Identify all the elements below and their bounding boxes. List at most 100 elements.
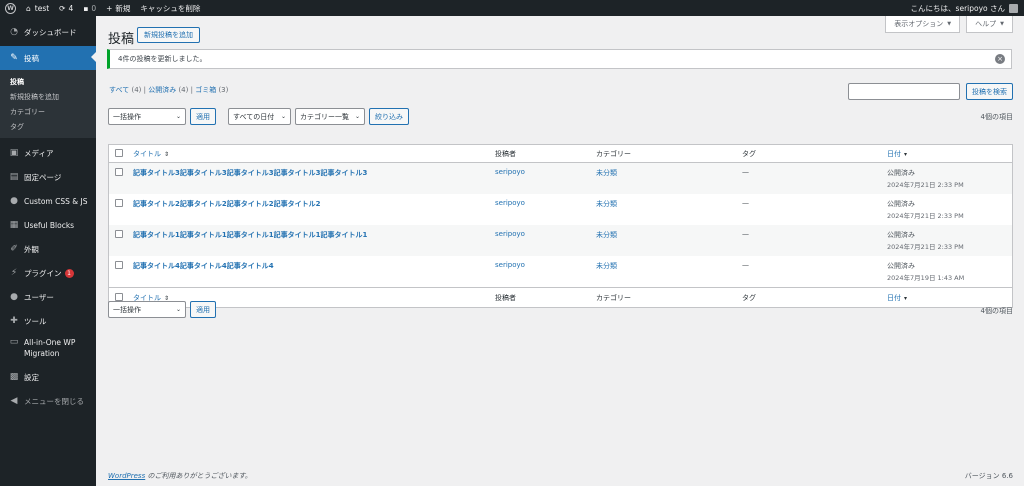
post-title-link[interactable]: 記事タイトル1記事タイトル1記事タイトル1記事タイトル1記事タイトル1 [133,231,367,239]
post-author-link[interactable]: seripoyo [495,199,525,207]
sidebar-item-settings[interactable]: ▩ 設定 [0,365,96,389]
table-row: 記事タイトル2記事タイトル2記事タイトル2記事タイトル2 seripoyo 未分… [109,194,1012,225]
filter-all-link[interactable]: すべて (4) [109,86,141,94]
screen-options-button[interactable]: 表示オプション ▼ [885,16,961,33]
post-title-link[interactable]: 記事タイトル4記事タイトル4記事タイトル4 [133,262,274,270]
chevron-down-icon: ▼ [947,21,952,27]
home-icon: ⌂ [26,3,31,13]
filter-published-link[interactable]: 公開済み (4) [148,86,188,94]
add-new-post-button[interactable]: 新規投稿を追加 [137,27,200,43]
post-status: 公開済み [887,231,915,239]
column-category-header: カテゴリー [596,149,631,158]
wordpress-link[interactable]: WordPress [108,472,145,480]
apply-button[interactable]: 適用 [190,108,216,125]
updates-menu[interactable]: ⟳ 4 [54,0,78,16]
chevron-down-icon: ⌄ [175,113,181,120]
wp-logo-menu[interactable]: W [0,0,21,16]
items-count: 4個の項目 [980,113,1013,121]
submenu-item-add-new[interactable]: 新規投稿を追加 [0,89,96,104]
post-author-link[interactable]: seripoyo [495,261,525,269]
select-all-checkbox[interactable] [115,292,123,301]
search-input[interactable] [848,83,960,100]
select-all-checkbox[interactable] [115,148,123,157]
chevron-down-icon: ⌄ [280,113,286,120]
search-box: 投稿を検索 [848,83,1013,100]
post-category-link[interactable]: 未分類 [596,231,617,239]
row-checkbox[interactable] [115,261,123,269]
post-author-link[interactable]: seripoyo [495,168,525,176]
new-content-menu[interactable]: + 新規 [101,0,135,16]
apply-button[interactable]: 適用 [190,301,216,318]
post-status: 公開済み [887,169,915,177]
brush-icon: ✐ [10,244,18,254]
table-footer-row: タイトル ⇕ 投稿者 カテゴリー タグ 日付 ▾ [109,287,1012,307]
filter-trash-link[interactable]: ゴミ箱 (3) [195,86,228,94]
help-button[interactable]: ヘルプ ▼ [966,16,1013,33]
chevron-down-icon: ⌄ [175,306,181,313]
plugin-icon: ⚡ [10,268,18,278]
post-date: 2024年7月21日 2:33 PM [887,212,964,220]
sort-desc-icon: ▾ [904,150,908,158]
post-category-link[interactable]: 未分類 [596,200,617,208]
submenu-item-categories[interactable]: カテゴリー [0,104,96,119]
pin-icon: ✎ [10,53,18,63]
sidebar-item-appearance[interactable]: ✐ 外観 [0,237,96,261]
page-title: 投稿 [108,32,135,47]
column-tags-footer: タグ [742,293,756,302]
column-date-header[interactable]: 日付 ▾ [887,149,1012,159]
dismiss-icon[interactable]: × [995,54,1005,64]
post-tags: — [742,261,749,269]
bulk-action-select[interactable]: 一括操作 ⌄ [108,301,186,318]
posts-table: タイトル ⇕ 投稿者 カテゴリー タグ 日付 ▾ 記事タイトル3記事タイトル3記事タ… [108,144,1013,308]
row-checkbox[interactable] [115,168,123,176]
column-title-header[interactable]: タイトル ⇕ [131,149,495,159]
row-checkbox[interactable] [115,199,123,207]
post-status: 公開済み [887,262,915,270]
column-date-footer[interactable]: 日付 ▾ [887,293,1012,303]
media-icon: ▣ [9,148,19,158]
avatar [1009,3,1018,13]
post-category-link[interactable]: 未分類 [596,169,617,177]
sort-desc-icon: ▾ [904,294,908,302]
submenu-item-tags[interactable]: タグ [0,119,96,134]
code-icon: ● [10,196,18,206]
column-tags-header: タグ [742,149,756,158]
site-name-menu[interactable]: ⌂ test [21,0,54,16]
plus-icon: + [106,3,113,13]
settings-icon: ▩ [9,372,19,382]
footer-version: バージョン 6.6 [964,472,1013,480]
sidebar-item-posts[interactable]: ✎ 投稿 [0,46,96,70]
collapse-menu-button[interactable]: ◀ メニューを閉じる [0,389,96,413]
sidebar-item-tools[interactable]: ✚ ツール [0,309,96,333]
submenu-item-posts[interactable]: 投稿 [0,74,96,89]
sidebar-item-plugins[interactable]: ⚡ プラグイン 1 [0,261,96,285]
sidebar-item-all-in-one-wp-migration[interactable]: ▭ All-in-One WP Migration [0,333,96,365]
my-account-menu[interactable]: こんにちは、seripoyo さん [906,0,1024,16]
date-filter-select[interactable]: すべての日付 ⌄ [228,108,291,125]
bulk-action-select[interactable]: 一括操作 ⌄ [108,108,186,125]
post-title-link[interactable]: 記事タイトル3記事タイトル3記事タイトル3記事タイトル3記事タイトル3 [133,169,367,177]
search-posts-button[interactable]: 投稿を検索 [966,83,1013,100]
sidebar-item-pages[interactable]: ▤ 固定ページ [0,165,96,189]
post-tags: — [742,199,749,207]
sidebar-item-users[interactable]: ● ユーザー [0,285,96,309]
row-checkbox[interactable] [115,230,123,238]
filter-button[interactable]: 絞り込み [369,108,409,125]
post-author-link[interactable]: seripoyo [495,230,525,238]
clear-cache-menu[interactable]: キャッシュを削除 [135,0,205,16]
comments-menu[interactable]: ▪ 0 [78,0,101,16]
sidebar-item-dashboard[interactable]: ◔ ダッシュボード [0,20,96,44]
sidebar-item-media[interactable]: ▣ メディア [0,141,96,165]
sidebar-item-useful-blocks[interactable]: ▦ Useful Blocks [0,213,96,237]
chevron-down-icon: ▼ [1000,21,1004,27]
sidebar-item-custom-css-js[interactable]: ● Custom CSS & JS [0,189,96,213]
post-title-link[interactable]: 記事タイトル2記事タイトル2記事タイトル2記事タイトル2 [133,200,320,208]
post-category-link[interactable]: 未分類 [596,262,617,270]
comment-icon: ▪ [83,3,89,13]
post-status: 公開済み [887,200,915,208]
collapse-icon: ◀ [10,396,18,406]
wordpress-logo-icon: W [5,2,16,14]
posts-submenu: 投稿 新規投稿を追加 カテゴリー タグ [0,70,96,138]
category-filter-select[interactable]: カテゴリー一覧 ⌄ [295,108,365,125]
notice-text: 4件の投稿を更新しました。 [118,55,207,63]
